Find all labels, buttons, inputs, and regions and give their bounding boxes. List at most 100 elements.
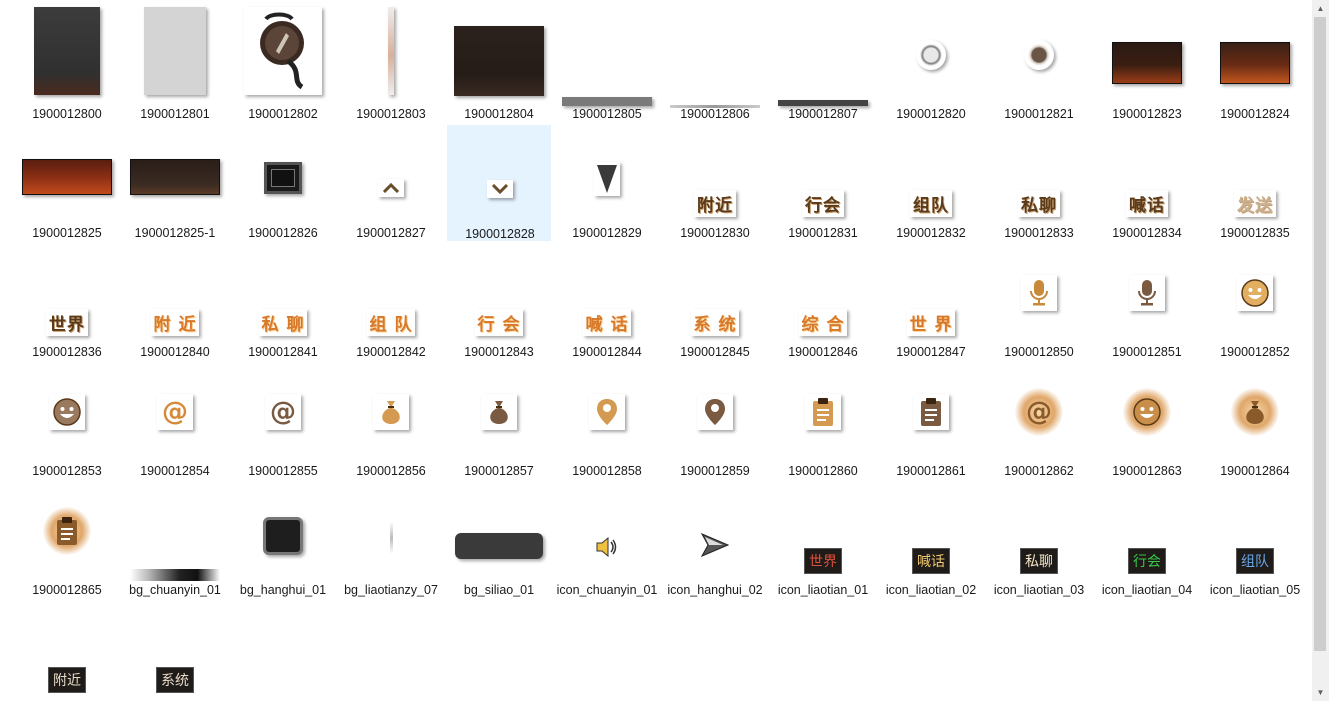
scroll-up-arrow-icon[interactable]: ▲ — [1312, 0, 1329, 17]
file-item[interactable]: 1900012859 — [663, 363, 767, 479]
file-item[interactable]: 组 队 1900012842 — [339, 244, 443, 360]
file-item[interactable]: 1900012825-1 — [123, 125, 227, 241]
file-thumbnail — [447, 482, 551, 580]
file-item[interactable]: 1900012827 — [339, 125, 443, 241]
file-item[interactable]: 行会 icon_liaotian_04 — [1095, 482, 1199, 598]
file-thumbnail: 附 近 — [123, 244, 227, 342]
file-item[interactable]: 1900012825 — [15, 125, 119, 241]
file-item[interactable]: bg_hanghui_01 — [231, 482, 335, 598]
file-item[interactable]: 1900012821 — [987, 6, 1091, 122]
file-thumbnail — [879, 363, 983, 461]
file-item[interactable]: 私聊 1900012833 — [987, 125, 1091, 241]
file-item[interactable]: 世界 1900012836 — [15, 244, 119, 360]
file-name-label: 1900012801 — [140, 107, 210, 121]
file-item[interactable]: 系 统 1900012845 — [663, 244, 767, 360]
file-item[interactable]: 世 界 1900012847 — [879, 244, 983, 360]
file-name-label: 1900012855 — [248, 464, 318, 478]
file-item[interactable]: 1900012861 — [879, 363, 983, 479]
file-item[interactable]: 1900012803 — [339, 6, 443, 122]
file-item[interactable]: 行会 1900012831 — [771, 125, 875, 241]
file-item[interactable]: bg_liaotianzy_07 — [339, 482, 443, 598]
file-item[interactable]: 喊话 icon_liaotian_02 — [879, 482, 983, 598]
file-thumbnail — [339, 6, 443, 104]
file-item[interactable]: 1900012802 — [231, 6, 335, 122]
file-item[interactable]: 1900012853 — [15, 363, 119, 479]
file-thumbnail: 行会 — [771, 125, 875, 223]
file-item[interactable]: bg_siliao_01 — [447, 482, 551, 598]
file-thumbnail: @ — [123, 363, 227, 461]
file-item[interactable]: 组队 1900012832 — [879, 125, 983, 241]
file-thumbnail — [1203, 6, 1307, 104]
file-item[interactable]: 1900012807 — [771, 6, 875, 122]
file-thumbnail: 系统 — [123, 601, 227, 699]
file-item[interactable]: 世界 icon_liaotian_01 — [771, 482, 875, 598]
file-item[interactable]: @1900012855 — [231, 363, 335, 479]
file-thumbnail — [123, 125, 227, 223]
file-item[interactable]: 1900012829 — [555, 125, 659, 241]
file-name-label: bg_liaotianzy_07 — [344, 583, 438, 597]
file-item[interactable]: 1900012828 — [447, 125, 551, 241]
file-name-label: 1900012865 — [32, 583, 102, 597]
channel-text-image: 私 聊 — [258, 309, 308, 336]
file-item[interactable]: 1900012800 — [15, 6, 119, 122]
file-item[interactable]: 1900012865 — [15, 482, 119, 598]
file-name-label: 1900012862 — [1004, 464, 1074, 478]
file-thumbnail — [15, 6, 119, 104]
file-name-label: 1900012856 — [356, 464, 426, 478]
file-item[interactable]: bg_chuanyin_01 — [123, 482, 227, 598]
file-item[interactable]: 1900012820 — [879, 6, 983, 122]
file-name-label: 1900012825-1 — [134, 226, 216, 240]
file-item[interactable]: 1900012804 — [447, 6, 551, 122]
file-item[interactable]: @1900012854 — [123, 363, 227, 479]
file-item[interactable]: 1900012826 — [231, 125, 335, 241]
file-item[interactable]: 系统 — [123, 601, 227, 701]
file-item[interactable]: 1900012823 — [1095, 6, 1199, 122]
file-item[interactable]: 行 会 1900012843 — [447, 244, 551, 360]
file-thumbnail — [339, 363, 443, 461]
file-item[interactable]: 1900012857 — [447, 363, 551, 479]
scrollbar-thumb[interactable] — [1314, 17, 1326, 651]
file-item[interactable]: 附近 — [15, 601, 119, 701]
file-thumbnail — [663, 363, 767, 461]
file-item[interactable]: 1900012824 — [1203, 6, 1307, 122]
file-name-label: 1900012830 — [680, 226, 750, 240]
file-item[interactable]: 1900012805 — [555, 6, 659, 122]
file-thumbnail — [555, 482, 659, 580]
file-item[interactable]: 喊 话 1900012844 — [555, 244, 659, 360]
channel-text-image: 组队 — [910, 190, 952, 217]
file-thumbnail — [555, 363, 659, 461]
file-item[interactable]: 私聊 icon_liaotian_03 — [987, 482, 1091, 598]
channel-text-image: 行会 — [802, 190, 844, 217]
file-item[interactable]: 私 聊 1900012841 — [231, 244, 335, 360]
file-name-label: 1900012846 — [788, 345, 858, 359]
file-item[interactable]: 1900012852 — [1203, 244, 1307, 360]
file-item[interactable]: 喊话 1900012834 — [1095, 125, 1199, 241]
file-item[interactable]: 1900012851 — [1095, 244, 1199, 360]
file-item[interactable]: 1900012863 — [1095, 363, 1199, 479]
file-name-label: icon_liaotian_03 — [993, 583, 1085, 597]
file-thumbnail: 喊 话 — [555, 244, 659, 342]
file-item[interactable]: 1900012801 — [123, 6, 227, 122]
file-item[interactable]: 1900012864 — [1203, 363, 1307, 479]
file-item[interactable]: 1900012856 — [339, 363, 443, 479]
file-item[interactable]: 1900012860 — [771, 363, 875, 479]
file-thumbnail: 行会 — [1095, 482, 1199, 580]
file-item[interactable]: 1900012806 — [663, 6, 767, 122]
file-name-label: icon_liaotian_01 — [777, 583, 869, 597]
file-item[interactable]: 1900012850 — [987, 244, 1091, 360]
file-item[interactable]: 1900012858 — [555, 363, 659, 479]
file-name-label: icon_chuanyin_01 — [556, 583, 658, 597]
file-name-label: 1900012843 — [464, 345, 534, 359]
scroll-down-arrow-icon[interactable]: ▼ — [1312, 684, 1329, 701]
file-item[interactable]: 组队 icon_liaotian_05 — [1203, 482, 1307, 598]
svg-text:@: @ — [270, 397, 296, 427]
file-item[interactable]: 附近 1900012830 — [663, 125, 767, 241]
file-item[interactable]: @1900012862 — [987, 363, 1091, 479]
channel-text-image: 喊话 — [1126, 190, 1168, 217]
file-item[interactable]: 发送 1900012835 — [1203, 125, 1307, 241]
vertical-scrollbar[interactable]: ▲ ▼ — [1312, 0, 1329, 701]
file-item[interactable]: 综 合 1900012846 — [771, 244, 875, 360]
file-item[interactable]: 附 近 1900012840 — [123, 244, 227, 360]
file-item[interactable]: icon_hanghui_02 — [663, 482, 767, 598]
file-item[interactable]: icon_chuanyin_01 — [555, 482, 659, 598]
